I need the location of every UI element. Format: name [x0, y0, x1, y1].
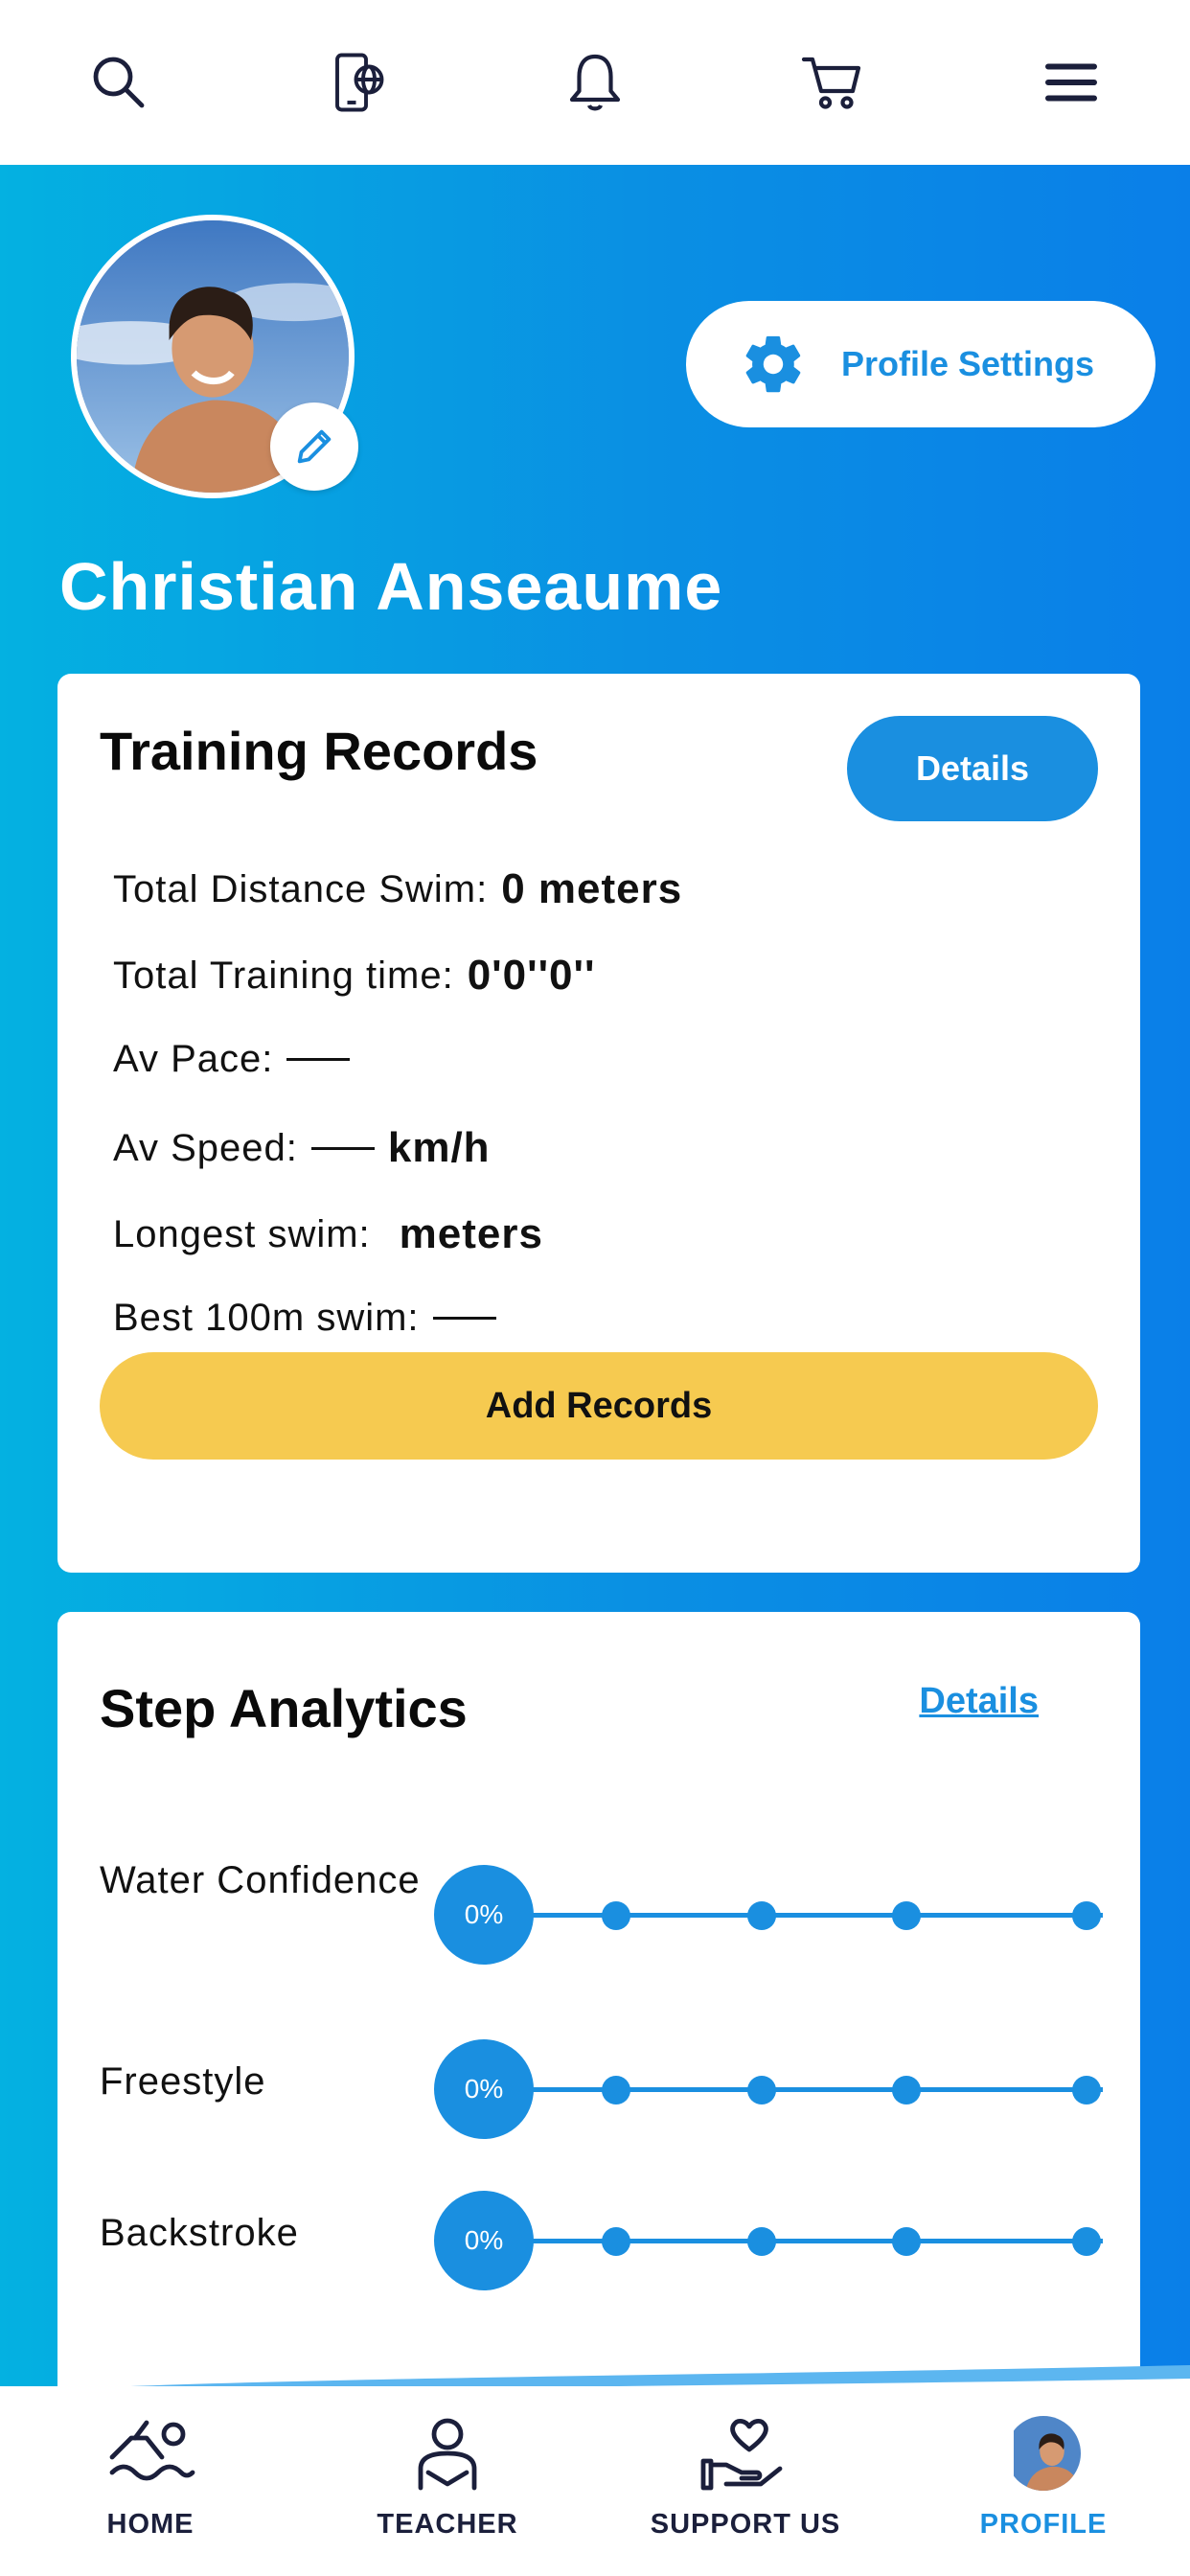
record-value: 0'0''0'' [467, 952, 596, 999]
nav-label: PROFILE [979, 2509, 1108, 2540]
progress-line [484, 2087, 1103, 2092]
pencil-icon [297, 429, 332, 464]
step-analytics-title: Step Analytics [100, 1678, 468, 1738]
progress-line [484, 2239, 1103, 2243]
heart-hand-icon [699, 2415, 791, 2492]
training-records-title: Training Records [100, 721, 538, 781]
record-label: Av Speed: [113, 1126, 298, 1169]
nav-profile[interactable]: PROFILE [928, 2386, 1158, 2576]
record-row-total-time: Total Training time: 0'0''0'' [113, 952, 595, 1000]
nav-avatar-wrap [997, 2415, 1089, 2492]
record-value: meters [399, 1210, 543, 1257]
step-dot [1072, 2076, 1101, 2104]
step-analytics-card: Step Analytics Details Water Confidence … [57, 1612, 1140, 2398]
bell-icon[interactable] [557, 44, 633, 121]
skill-label-freestyle: Freestyle [100, 2060, 266, 2103]
record-row-longest-swim: Longest swim: meters [113, 1210, 543, 1258]
avatar [1006, 2416, 1081, 2491]
nav-home[interactable]: HOME [35, 2386, 265, 2576]
cart-icon[interactable] [794, 44, 871, 121]
step-dot [892, 1901, 921, 1930]
profile-settings-button[interactable]: Profile Settings [686, 301, 1156, 427]
empty-value-dash [310, 1146, 375, 1150]
progress-track-water-confidence[interactable]: 0% [434, 1865, 1116, 1965]
record-label: Best 100m swim: [113, 1297, 420, 1339]
phone-globe-icon[interactable] [319, 44, 396, 121]
record-value: km/h [387, 1124, 491, 1171]
skill-label-backstroke: Backstroke [100, 2212, 299, 2254]
progress-line [484, 1913, 1103, 1918]
training-details-button[interactable]: Details [847, 716, 1098, 821]
record-row-best-100m: Best 100m swim: [113, 1297, 496, 1340]
progress-bubble: 0% [434, 1865, 534, 1965]
edit-avatar-button[interactable] [270, 402, 358, 491]
search-icon[interactable] [80, 44, 157, 121]
step-dot [747, 2227, 776, 2256]
progress-bubble: 0% [434, 2039, 534, 2139]
step-dot [602, 2076, 630, 2104]
nav-support-us[interactable]: SUPPORT US [630, 2386, 860, 2576]
step-dot [602, 1901, 630, 1930]
skill-label-water-confidence: Water Confidence [100, 1859, 421, 1901]
step-details-link[interactable]: Details [919, 1681, 1039, 1722]
gear-icon [745, 335, 801, 393]
profile-main: Profile Settings Christian Anseaume Trai… [0, 165, 1190, 2398]
teacher-icon [401, 2415, 493, 2492]
record-row-av-speed: Av Speed: km/h [113, 1124, 491, 1172]
record-row-total-distance: Total Distance Swim: 0 meters [113, 865, 682, 913]
empty-value-dash [286, 1058, 351, 1061]
profile-settings-label: Profile Settings [841, 344, 1095, 383]
record-label: Longest swim: [113, 1212, 371, 1255]
step-dot [1072, 1901, 1101, 1930]
step-dot [892, 2227, 921, 2256]
step-dot [747, 2076, 776, 2104]
nav-teacher[interactable]: TEACHER [332, 2386, 562, 2576]
progress-track-freestyle[interactable]: 0% [434, 2039, 1116, 2139]
top-bar [0, 0, 1190, 165]
step-dot [602, 2227, 630, 2256]
user-name: Christian Anseaume [59, 549, 723, 624]
avatar-container [71, 215, 358, 498]
swimmer-icon [104, 2415, 196, 2492]
step-dot [747, 1901, 776, 1930]
nav-label: TEACHER [377, 2509, 518, 2540]
empty-value-dash [432, 1317, 496, 1320]
nav-label: SUPPORT US [650, 2509, 841, 2540]
progress-track-backstroke[interactable]: 0% [434, 2191, 1116, 2290]
training-records-card: Training Records Details Total Distance … [57, 674, 1140, 1573]
add-records-button[interactable]: Add Records [100, 1352, 1098, 1460]
record-label: Total Distance Swim: [113, 867, 489, 910]
record-label: Av Pace: [113, 1038, 274, 1080]
menu-icon[interactable] [1033, 44, 1110, 121]
step-dot [892, 2076, 921, 2104]
bottom-nav: HOME TEACHER SUPPORT US PROFILE [0, 2386, 1190, 2576]
nav-label: HOME [106, 2509, 195, 2540]
record-value: 0 meters [501, 865, 683, 912]
record-row-av-pace: Av Pace: [113, 1038, 351, 1081]
step-dot [1072, 2227, 1101, 2256]
record-label: Total Training time: [113, 954, 454, 997]
progress-bubble: 0% [434, 2191, 534, 2290]
